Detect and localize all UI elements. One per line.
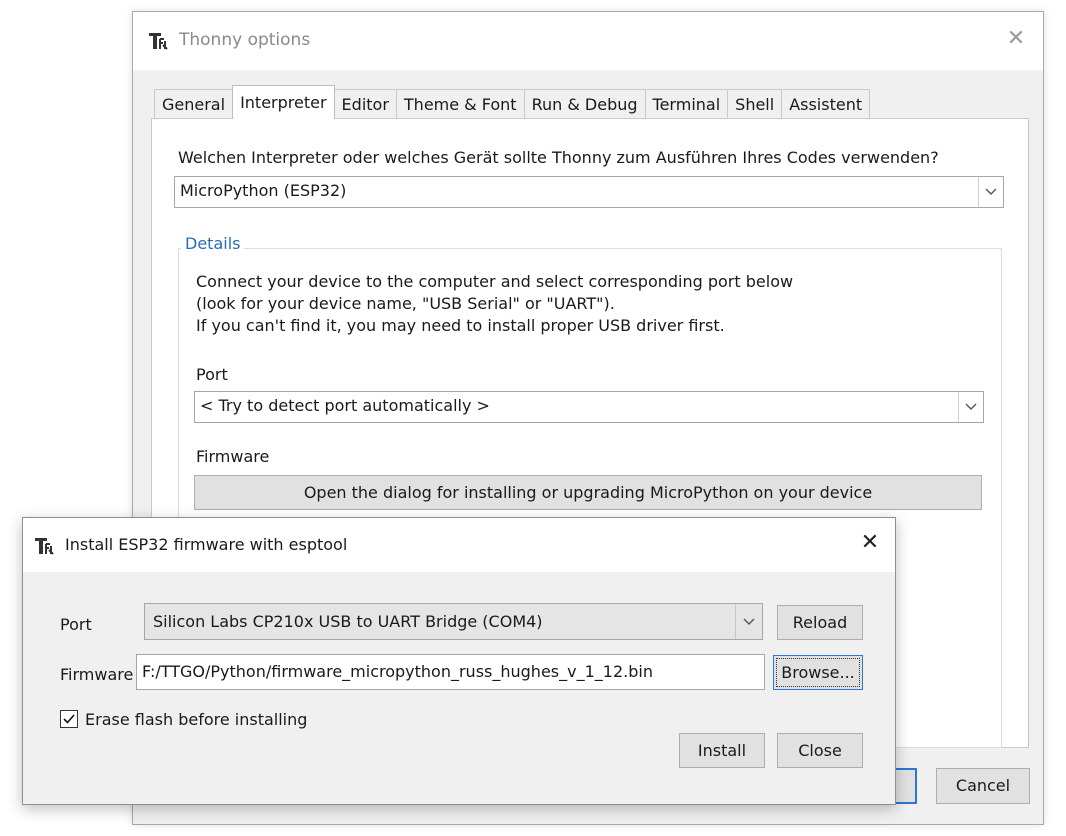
ok-button[interactable] [895,768,917,804]
firmware-label: Firmware [196,447,270,466]
firmware-path-field[interactable]: F:/TTGO/Python/firmware_micropython_russ… [136,654,765,690]
port-label: Port [196,365,228,384]
tab-run-debug[interactable]: Run & Debug [523,89,646,119]
details-line-1: Connect your device to the computer and … [196,272,794,291]
chevron-down-icon[interactable] [958,392,983,422]
tab-interpreter[interactable]: Interpreter [232,85,335,119]
details-instructions: Connect your device to the computer and … [196,271,793,337]
tab-general[interactable]: General [154,89,234,119]
tab-theme-font[interactable]: Theme & Font [395,89,525,119]
reload-button[interactable]: Reload [777,605,863,640]
checkmark-icon [63,714,75,724]
interpreter-select[interactable]: MicroPython (ESP32) [174,176,1004,208]
esp-dialog-title: Install ESP32 firmware with esptool [65,535,348,554]
options-titlebar: Thonny options ✕ [133,12,1043,70]
options-tab-bar: General Interpreter Editor Theme & Font … [154,85,871,119]
details-line-2: (look for your device name, "USB Serial"… [196,294,615,313]
install-esp32-dialog: Install ESP32 firmware with esptool ✕ Po… [22,517,896,805]
esp-port-value: Silicon Labs CP210x USB to UART Bridge (… [153,612,543,631]
thonny-logo-icon [147,30,169,52]
options-title: Thonny options [179,30,311,50]
open-firmware-dialog-button[interactable]: Open the dialog for installing or upgrad… [194,475,982,510]
install-button[interactable]: Install [679,733,765,768]
tab-editor[interactable]: Editor [333,89,397,119]
esp-port-label: Port [60,615,92,634]
close-button[interactable]: Close [777,733,863,768]
interpreter-select-value: MicroPython (ESP32) [180,181,347,200]
close-icon[interactable]: ✕ [1003,26,1029,52]
browse-button-label: Browse... [776,658,860,687]
port-select[interactable]: < Try to detect port automatically > [194,391,984,423]
esp-port-select[interactable]: Silicon Labs CP210x USB to UART Bridge (… [144,603,763,640]
tab-shell[interactable]: Shell [727,89,783,119]
close-icon[interactable]: ✕ [857,530,883,556]
interpreter-question: Welchen Interpreter oder welches Gerät s… [178,148,939,167]
erase-flash-label: Erase flash before installing [85,709,308,729]
browse-button[interactable]: Browse... [773,655,863,690]
tab-assistent[interactable]: Assistent [781,89,871,119]
cancel-button[interactable]: Cancel [936,768,1030,804]
erase-flash-checkbox[interactable] [60,710,78,728]
details-legend: Details [181,234,245,253]
erase-flash-option[interactable]: Erase flash before installing [60,708,307,730]
esp-firmware-label: Firmware [60,665,134,684]
chevron-down-icon[interactable] [735,604,762,639]
chevron-down-icon[interactable] [978,177,1003,207]
tab-terminal[interactable]: Terminal [644,89,729,119]
port-select-value: < Try to detect port automatically > [200,396,490,415]
thonny-logo-icon [33,535,55,557]
details-line-3: If you can't find it, you may need to in… [196,316,725,335]
esp-dialog-titlebar: Install ESP32 firmware with esptool ✕ [23,518,895,572]
